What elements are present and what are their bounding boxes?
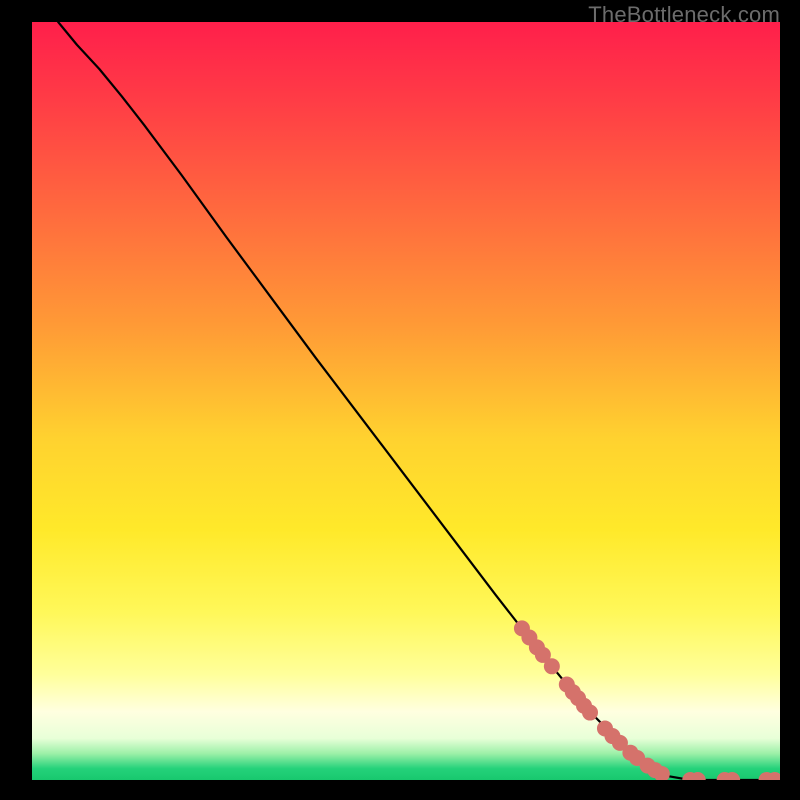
chart-frame: TheBottleneck.com	[0, 0, 800, 800]
data-marker	[544, 658, 560, 674]
data-marker	[582, 705, 598, 721]
gradient-background	[32, 22, 780, 780]
chart-plot	[32, 22, 780, 780]
